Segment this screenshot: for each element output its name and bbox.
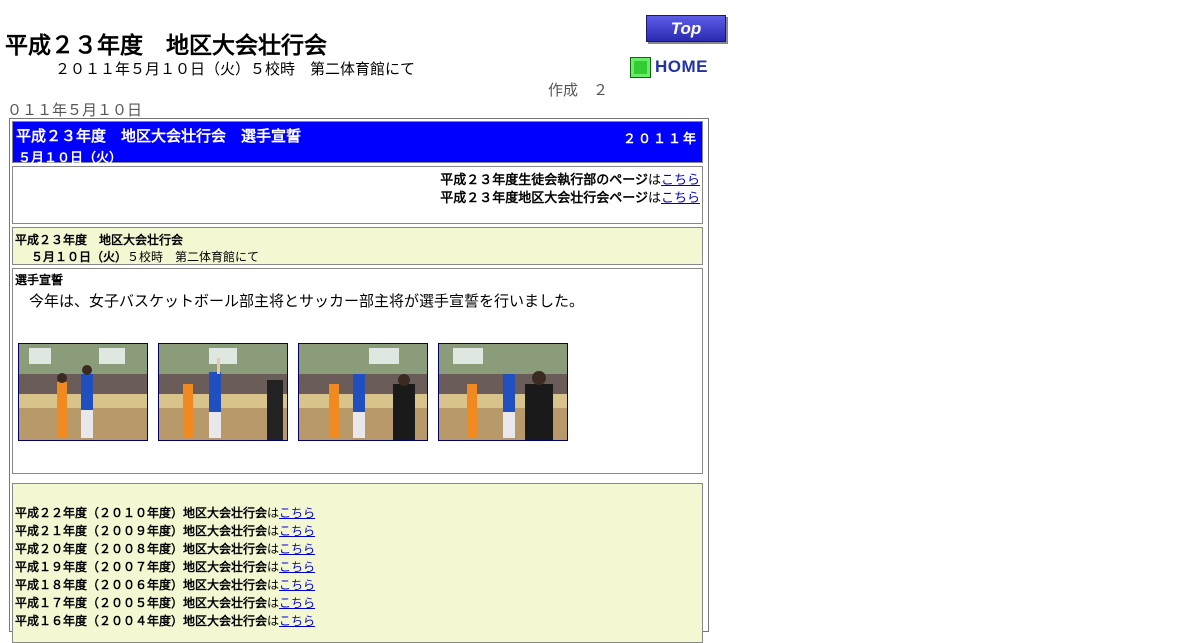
history-link-2008[interactable]: こちら (279, 542, 315, 556)
links-cell: 平成２３年度生徒会執行部のページはこちら 平成２３年度地区大会壮行会ページはこち… (12, 166, 703, 224)
history-link-2004[interactable]: こちら (279, 614, 315, 628)
history-item-text: 平成２２年度（２０１０年度）地区大会壮行会 (15, 506, 268, 520)
photo-4[interactable] (438, 343, 568, 441)
history-item-text: 平成１８年度（２００６年度）地区大会壮行会 (15, 578, 268, 592)
photo-3[interactable] (298, 343, 428, 441)
event-cell: 平成２３年度 地区大会壮行会 ５月１０日（火）５校時 第二体育館にて (12, 227, 703, 265)
history-link-2009[interactable]: こちら (279, 524, 315, 538)
top-button-label: Top (670, 18, 702, 38)
history-item-connector: は (267, 578, 280, 592)
student-council-link[interactable]: こちら (661, 173, 700, 188)
history-item: 平成２０年度（２００８年度）地区大会壮行会はこちら (15, 540, 315, 557)
header-date: ５月１０日（火） (18, 151, 123, 166)
link-line-connector: は (647, 173, 661, 188)
history-link-2006[interactable]: こちら (279, 578, 315, 592)
created-label: 作成 ２ (548, 81, 609, 99)
history-item: 平成１９年度（２００７年度）地区大会壮行会はこちら (15, 558, 315, 575)
history-item: 平成２２年度（２０１０年度）地区大会壮行会はこちら (15, 504, 315, 521)
history-link-2010[interactable]: こちら (279, 506, 315, 520)
section-heading: 選手宣誓 (15, 273, 64, 287)
top-button[interactable]: Top (646, 15, 726, 42)
link-line-rally: 平成２３年度地区大会壮行会ページはこちら (440, 187, 700, 206)
header-title: 平成２３年度 地区大会壮行会 選手宣誓 (16, 127, 302, 145)
main-table: 平成２３年度 地区大会壮行会 選手宣誓 ２０１１年 ５月１０日（火） 平成２３年… (9, 118, 709, 643)
photo-2[interactable] (158, 343, 288, 441)
photo-1[interactable] (18, 343, 148, 441)
history-cell: 平成２２年度（２０１０年度）地区大会壮行会はこちら 平成２１年度（２００９年度）… (12, 483, 703, 643)
history-item-text: 平成２０年度（２００８年度）地区大会壮行会 (15, 542, 268, 556)
content-cell: 選手宣誓 今年は、女子バスケットボール部主将とサッカー部主将が選手宣誓を行いまし… (12, 268, 703, 474)
history-item: 平成２１年度（２００９年度）地区大会壮行会はこちら (15, 522, 315, 539)
history-item-connector: は (267, 614, 280, 628)
page-subtitle: ２０１１年５月１０日（火）５校時 第二体育館にて (55, 60, 416, 78)
event-date-line: ５月１０日（火）５校時 第二体育館にて (31, 248, 259, 265)
history-item-connector: は (267, 560, 280, 574)
history-item-text: 平成２１年度（２００９年度）地区大会壮行会 (15, 524, 268, 538)
rally-page-link[interactable]: こちら (661, 191, 700, 206)
link-line-text: 平成２３年度生徒会執行部のページ (440, 173, 648, 188)
history-item-connector: は (267, 524, 280, 538)
event-detail: ５校時 第二体育館にて (127, 250, 260, 264)
history-link-2007[interactable]: こちら (279, 560, 315, 574)
event-title: 平成２３年度 地区大会壮行会 (15, 233, 184, 247)
link-line-text: 平成２３年度地区大会壮行会ページ (440, 191, 648, 206)
section-text: 今年は、女子バスケットボール部主将とサッカー部主将が選手宣誓を行いました。 (29, 292, 585, 310)
page-title: 平成２３年度 地区大会壮行会 (5, 33, 327, 59)
link-line-connector: は (647, 191, 661, 206)
home-button-label: HOME (655, 57, 708, 76)
history-item: 平成１８年度（２００６年度）地区大会壮行会はこちら (15, 576, 315, 593)
history-item-connector: は (267, 506, 280, 520)
event-date: ５月１０日（火） (31, 250, 128, 264)
home-button[interactable]: HOME (630, 56, 708, 78)
header-year: ２０１１年 (622, 132, 698, 147)
history-item-connector: は (267, 596, 280, 610)
header-cell: 平成２３年度 地区大会壮行会 選手宣誓 ２０１１年 ５月１０日（火） (12, 121, 703, 166)
history-link-2005[interactable]: こちら (279, 596, 315, 610)
history-item: 平成１７年度（２００５年度）地区大会壮行会はこちら (15, 594, 315, 611)
history-item-text: 平成１６年度（２００４年度）地区大会壮行会 (15, 614, 268, 628)
created-date: ０１１年５月１０日 (7, 101, 143, 119)
home-square-icon (630, 56, 651, 78)
history-item-text: 平成１７年度（２００５年度）地区大会壮行会 (15, 596, 268, 610)
history-item: 平成１６年度（２００４年度）地区大会壮行会はこちら (15, 612, 315, 629)
history-item-text: 平成１９年度（２００７年度）地区大会壮行会 (15, 560, 268, 574)
history-item-connector: は (267, 542, 280, 556)
link-line-student-council: 平成２３年度生徒会執行部のページはこちら (440, 169, 700, 188)
